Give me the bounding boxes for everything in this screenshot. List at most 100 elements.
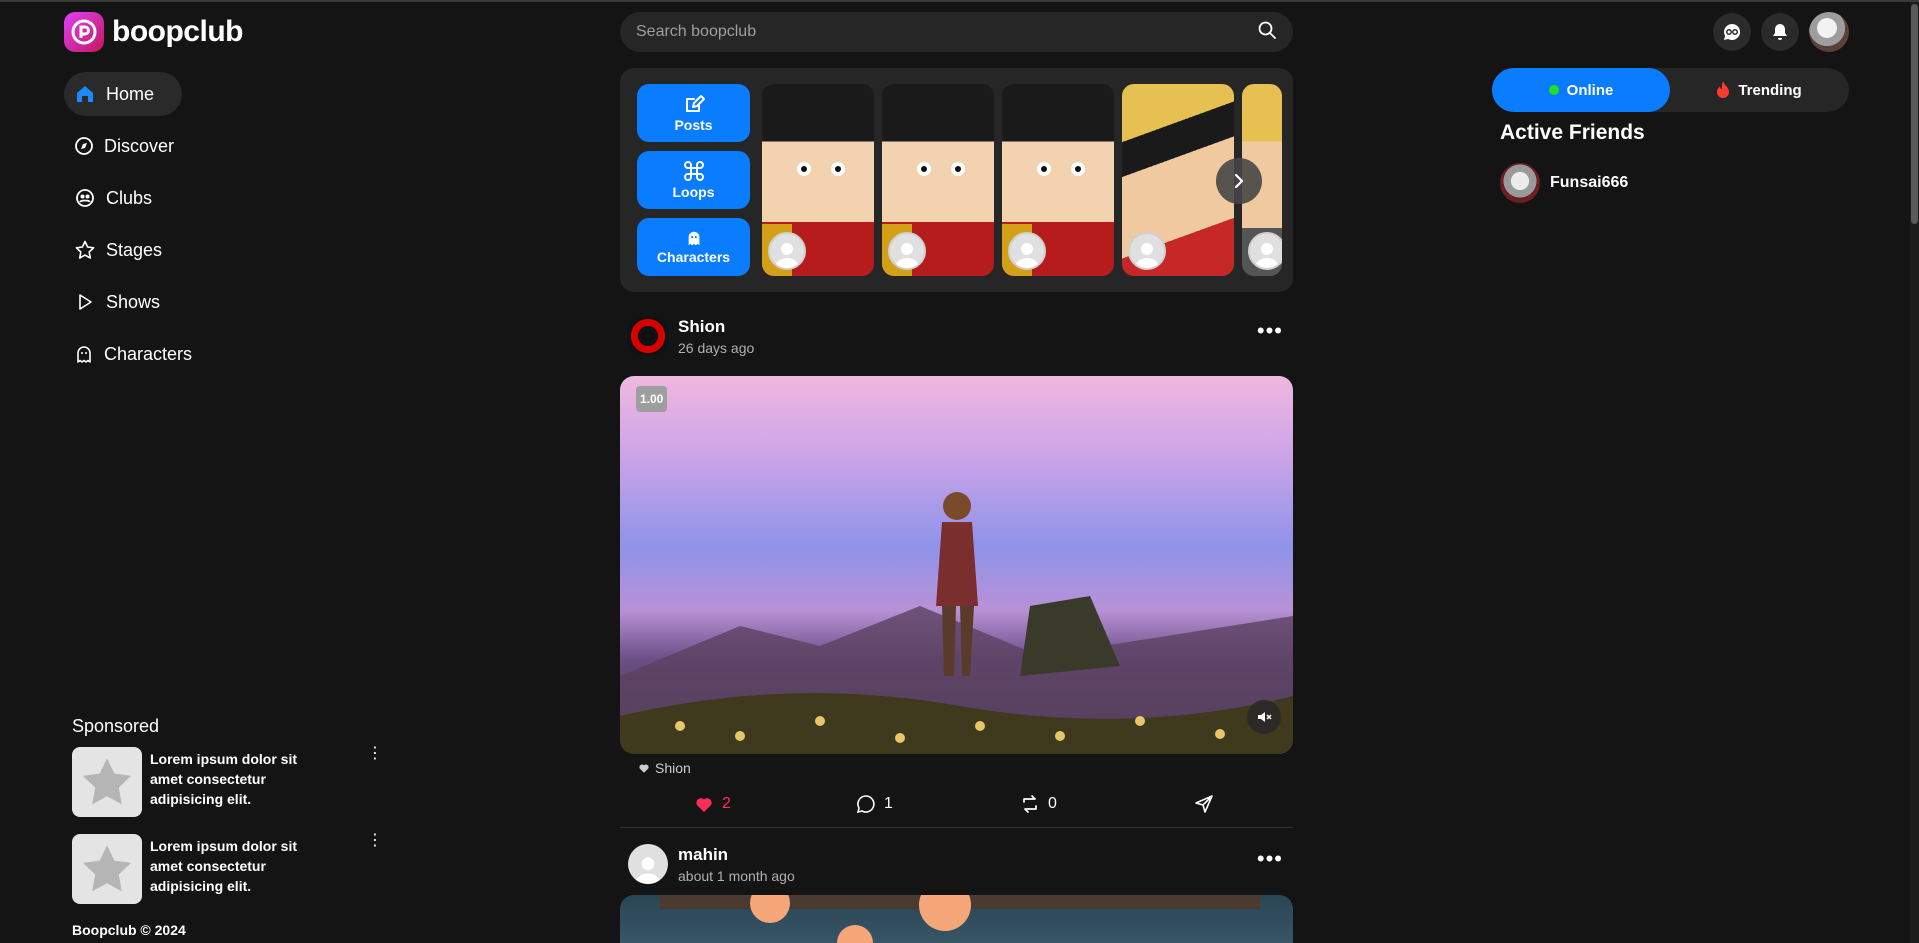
tab-online[interactable]: Online <box>1492 68 1670 112</box>
post-author-name[interactable]: mahin <box>678 845 795 865</box>
ad-menu-icon[interactable]: ⋮ <box>367 833 383 849</box>
ad-image <box>72 834 142 904</box>
post-video[interactable]: 1.00 <box>620 376 1293 754</box>
app-name: boopclub <box>112 15 243 48</box>
scrollbar-thumb[interactable] <box>1911 4 1918 224</box>
flame-icon <box>1717 81 1730 98</box>
tab-trending[interactable]: Trending <box>1670 68 1848 112</box>
friend-name: Funsai666 <box>1550 174 1629 191</box>
post-header: Shion 26 days ago ••• <box>628 316 1293 356</box>
sidebar-item-characters[interactable]: Characters <box>64 332 192 376</box>
playback-speed-badge[interactable]: 1.00 <box>636 386 668 412</box>
ad-item[interactable]: Lorem ipsum dolor sit amet consectetur a… <box>72 833 383 904</box>
comment-count: 1 <box>884 795 893 812</box>
stories-carousel: Posts Loops Characters <box>620 68 1293 292</box>
scrollbar[interactable] <box>1910 2 1919 943</box>
sidebar-item-label: Clubs <box>106 187 153 208</box>
sidebar-item-label: Home <box>106 83 155 104</box>
chevron-right-icon[interactable] <box>1216 158 1262 204</box>
sidebar-item-label: Stages <box>106 239 163 260</box>
search-icon[interactable] <box>1257 20 1277 45</box>
command-icon <box>683 161 704 181</box>
online-dot-icon <box>1548 85 1559 95</box>
header-actions <box>1713 12 1849 52</box>
footer-copyright: Boopclub © 2024 <box>72 922 186 938</box>
home-icon <box>74 83 96 105</box>
characters-label: Characters <box>656 249 731 265</box>
tab-online-label: Online <box>1566 81 1614 99</box>
story-avatar <box>1128 232 1166 270</box>
sponsored-title: Sponsored <box>72 716 160 736</box>
ad-menu-icon[interactable]: ⋮ <box>367 746 383 762</box>
star-icon <box>82 845 132 892</box>
story-item[interactable] <box>882 84 994 276</box>
sidebar-item-shows[interactable]: Shows <box>64 280 184 324</box>
play-icon <box>74 291 96 313</box>
boopclub-logo-icon <box>64 12 104 52</box>
like-count: 2 <box>722 795 731 812</box>
like-button[interactable]: 2 <box>694 794 731 814</box>
post-timestamp: about 1 month ago <box>678 867 795 884</box>
story-item[interactable] <box>1002 84 1114 276</box>
bell-icon[interactable] <box>1761 13 1799 51</box>
audio-credit[interactable]: Shion <box>638 760 691 776</box>
post-actions: 2 1 0 <box>620 790 1293 828</box>
story-avatar <box>768 232 806 270</box>
posts-button[interactable]: Posts <box>637 84 750 142</box>
mute-icon[interactable] <box>1247 700 1281 734</box>
repost-icon <box>1023 795 1037 813</box>
sidebar-nav: Home Discover Clubs Stages Shows Charact… <box>64 72 192 384</box>
ad-item[interactable]: Lorem ipsum dolor sit amet consectetur a… <box>72 746 383 817</box>
feed-toggle: Online Trending <box>1492 68 1849 112</box>
loops-button[interactable]: Loops <box>637 151 750 209</box>
user-avatar[interactable] <box>1809 12 1849 52</box>
heart-icon <box>639 764 649 773</box>
story-item[interactable] <box>762 84 874 276</box>
active-friends-title: Active Friends <box>1500 121 1645 144</box>
friend-item[interactable]: Funsai666 <box>1500 163 1628 203</box>
ad-text: Lorem ipsum dolor sit amet consectetur a… <box>150 838 298 894</box>
post-timestamp: 26 days ago <box>678 339 755 356</box>
sidebar-item-label: Shows <box>106 291 161 312</box>
post-author-avatar[interactable] <box>628 316 668 356</box>
post-author-avatar[interactable] <box>628 844 668 884</box>
ad-image <box>72 747 142 817</box>
sidebar-item-discover[interactable]: Discover <box>64 124 184 168</box>
posts-label: Posts <box>674 117 713 133</box>
tab-trending-label: Trending <box>1738 81 1802 99</box>
search-input[interactable] <box>636 23 1257 41</box>
repost-count: 0 <box>1048 795 1057 812</box>
sidebar-item-home[interactable]: Home <box>64 72 182 116</box>
edit-icon <box>685 95 705 112</box>
logo[interactable]: boopclub <box>64 12 243 52</box>
chat-icon[interactable] <box>1713 13 1751 51</box>
comment-button[interactable]: 1 <box>856 794 893 814</box>
more-options-icon[interactable]: ••• <box>1257 848 1283 870</box>
sponsored-section: Sponsored Lorem ipsum dolor sit amet con… <box>72 716 383 921</box>
star-icon <box>82 758 132 805</box>
sidebar-item-label: Characters <box>104 343 193 364</box>
friend-avatar <box>1500 163 1540 203</box>
loops-label: Loops <box>672 184 715 200</box>
audio-credit-label: Shion <box>655 760 691 776</box>
post-image[interactable] <box>620 895 1293 943</box>
ghost-icon <box>74 343 94 365</box>
sidebar-item-label: Discover <box>104 135 175 156</box>
search-bar <box>620 12 1293 52</box>
sidebar-item-stages[interactable]: Stages <box>64 228 184 272</box>
post-author-name[interactable]: Shion <box>678 317 754 337</box>
share-button[interactable] <box>1194 794 1214 814</box>
ghost-icon <box>688 231 699 246</box>
repost-button[interactable]: 0 <box>1020 794 1057 814</box>
characters-button[interactable]: Characters <box>637 218 750 276</box>
comment-icon <box>856 795 875 814</box>
ad-text: Lorem ipsum dolor sit amet consectetur a… <box>150 751 298 807</box>
star-icon <box>74 239 96 261</box>
compass-icon <box>74 135 94 157</box>
sidebar-item-clubs[interactable]: Clubs <box>64 176 184 220</box>
more-options-icon[interactable]: ••• <box>1257 320 1283 342</box>
post-header: mahin about 1 month ago ••• <box>628 844 1293 884</box>
story-avatar <box>888 232 926 270</box>
heart-icon <box>696 798 712 812</box>
story-avatar <box>1008 232 1046 270</box>
